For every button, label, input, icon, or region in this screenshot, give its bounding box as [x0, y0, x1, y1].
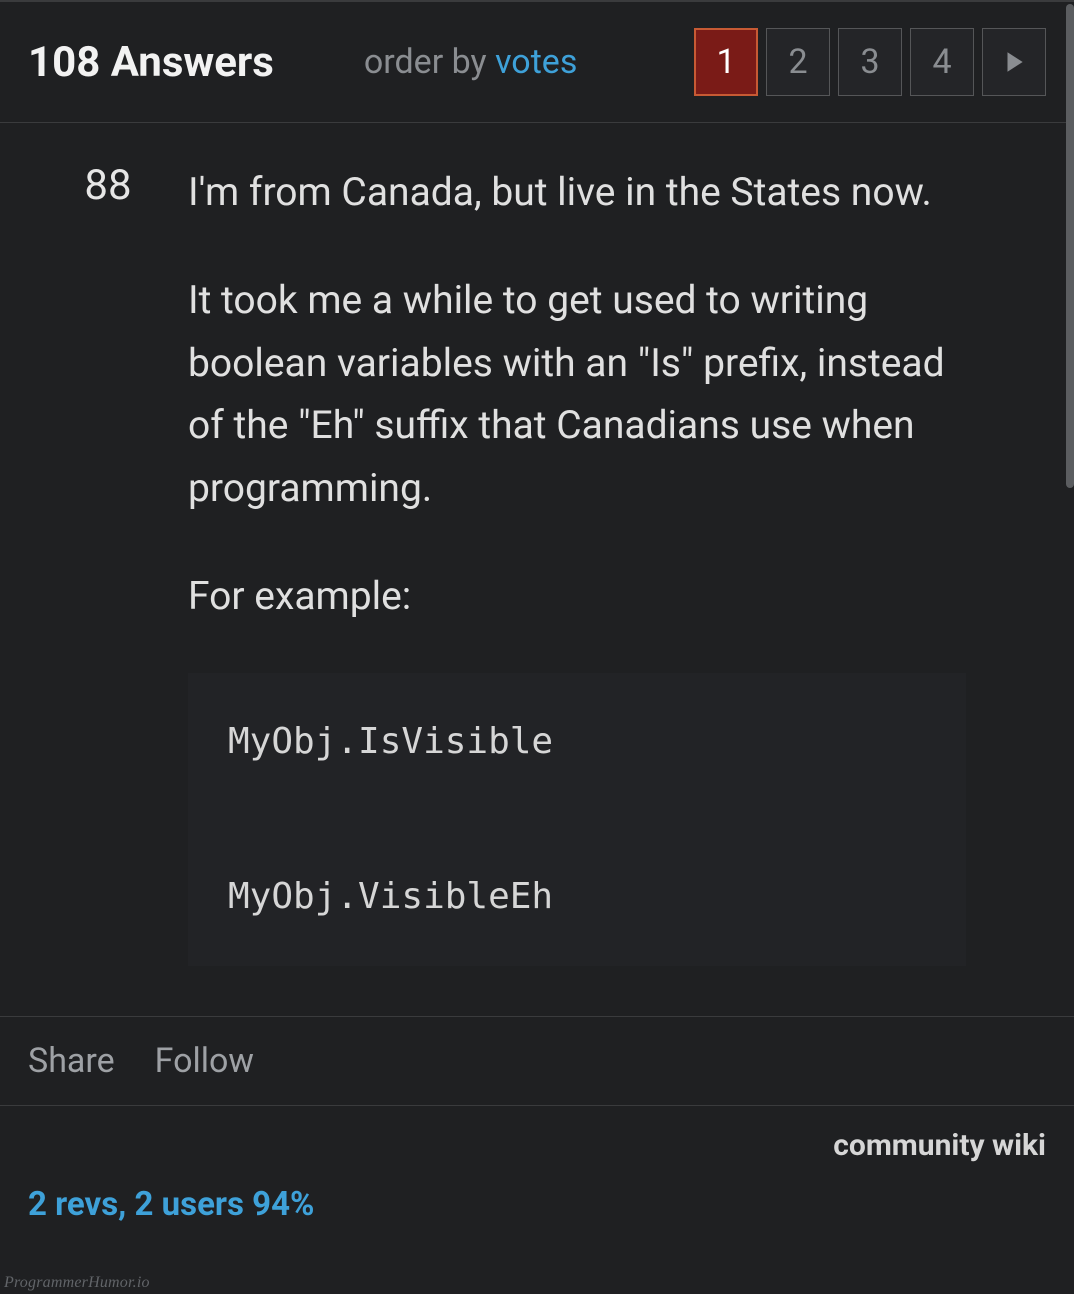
answers-count: 108 Answers — [28, 38, 274, 87]
community-wiki-label: community wiki — [833, 1128, 1046, 1163]
revisions-link[interactable]: 2 revs, 2 users 94% — [28, 1185, 314, 1224]
answer-body: 88 I'm from Canada, but live in the Stat… — [0, 123, 1074, 1016]
order-by-text: order by — [364, 42, 495, 82]
answer-paragraph: For example: — [188, 565, 966, 627]
watermark: ProgrammerHumor.io — [4, 1274, 150, 1292]
answer-actions: Share Follow — [0, 1016, 1074, 1106]
scrollbar-thumb[interactable] — [1066, 4, 1074, 488]
pagination: 1 2 3 4 — [694, 28, 1046, 96]
answer-paragraph: I'm from Canada, but live in the States … — [188, 161, 966, 223]
next-icon — [1001, 49, 1027, 75]
answers-header: 108 Answers order by votes 1 2 3 4 — [0, 0, 1074, 123]
answer-content: I'm from Canada, but live in the States … — [188, 161, 1046, 1016]
vote-column: 88 — [28, 161, 188, 1016]
order-by-label: order by votes — [364, 42, 578, 82]
follow-link[interactable]: Follow — [155, 1041, 254, 1081]
answer-paragraph: It took me a while to get used to writin… — [188, 269, 966, 519]
vote-score: 88 — [28, 161, 188, 210]
page-3-button[interactable]: 3 — [838, 28, 902, 96]
answer-footer: community wiki 2 revs, 2 users 94% — [0, 1106, 1074, 1234]
page-next-button[interactable] — [982, 28, 1046, 96]
sort-votes-link[interactable]: votes — [495, 42, 577, 82]
code-block: MyObj.IsVisible MyObj.VisibleEh — [188, 673, 966, 965]
page-4-button[interactable]: 4 — [910, 28, 974, 96]
share-link[interactable]: Share — [28, 1041, 115, 1081]
page-1-button[interactable]: 1 — [694, 28, 758, 96]
page-2-button[interactable]: 2 — [766, 28, 830, 96]
